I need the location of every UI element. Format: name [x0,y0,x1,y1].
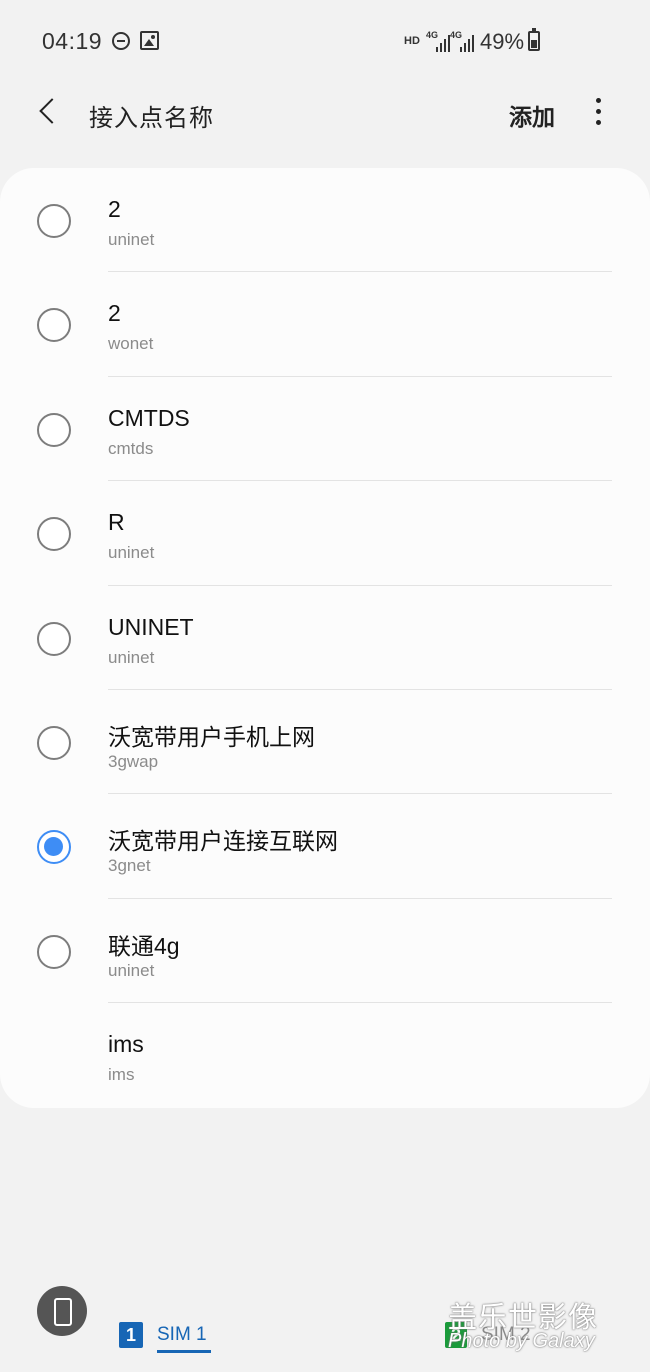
apn-value: 3gnet [108,856,151,876]
tab-active-indicator [157,1350,211,1353]
hd-voice-icon: HD [404,35,420,47]
apn-value: wonet [108,334,154,354]
apn-list-item[interactable]: 沃宽带用户连接互联网 3gnet [0,794,650,899]
apn-name: 沃宽带用户连接互联网 [108,828,338,855]
apn-name: CMTDS [108,404,190,431]
watermark: 盖乐世影像 Photo by Galaxy [446,1292,646,1362]
apn-value: ims [108,1065,135,1085]
tab-sim1[interactable]: 1 SIM 1 [119,1320,229,1354]
page-title: 接入点名称 [89,105,214,132]
signal-icon-sim2: 4G [450,30,474,52]
apn-list-item[interactable]: 联通4g uninet [0,899,650,1004]
more-vert-icon[interactable] [588,96,610,128]
apn-value: uninet [108,960,155,980]
apn-name: R [108,509,125,536]
apn-radio[interactable] [37,621,71,656]
apn-name: 沃宽带用户手机上网 [108,723,315,750]
back-arrow-icon[interactable] [28,90,68,134]
status-time: 04:19 [42,28,103,54]
phone-icon[interactable] [37,1286,87,1336]
apn-value: cmtds [108,438,154,458]
apn-radio-selected[interactable] [37,830,71,865]
apn-value: uninet [108,543,155,563]
apn-name: 联通4g [108,932,180,959]
apn-radio[interactable] [37,934,71,969]
sim1-icon: 1 [119,1322,143,1348]
apn-list-item[interactable]: UNINET uninet [0,586,650,690]
apn-value: uninet [108,647,155,667]
status-bar: 04:19 HD 4G 4G 49% [0,0,650,84]
apn-list: 2 uninet 2 wonet CMTDS cmtds Runinet UNINET unin… [0,168,650,1108]
apn-settings-screen: 04:19 HD 4G 4G 49% 接入点名称 添加 2 uninet 2 wone… [0,0,650,1372]
apn-list-item[interactable]: Runinet [0,481,650,586]
add-apn-button[interactable]: 添加 [509,98,555,132]
apn-list-item[interactable]: 2 uninet [0,168,650,273]
watermark-subtitle: Photo by Galaxy [448,1330,595,1352]
apn-radio[interactable] [37,517,71,552]
apn-name: ims [108,1031,144,1058]
apn-value: uninet [108,230,155,249]
do-not-disturb-icon [112,32,130,50]
apn-radio[interactable] [37,412,71,447]
battery-percentage: 49% [480,29,525,54]
apn-radio[interactable] [37,308,71,343]
apn-list-item[interactable]: CMTDS cmtds [0,377,650,482]
battery-charging-icon [528,28,540,51]
apn-radio[interactable] [37,725,71,760]
tab-sim1-label: SIM 1 [157,1324,207,1345]
signal-icon-sim1: 4G [426,30,450,52]
apn-value: 3gwap [108,751,159,771]
apn-list-item[interactable]: 2 wonet [0,272,650,377]
apn-list-item[interactable]: 沃宽带用户手机上网 3gwap [0,690,650,795]
apn-name: 2 [108,196,121,222]
apn-name: UNINET [108,613,194,640]
apn-list-item[interactable]: ims ims [0,1003,650,1107]
apn-name: 2 [108,300,121,327]
gallery-icon [140,31,159,50]
app-bar: 接入点名称 添加 [0,84,650,144]
apn-radio[interactable] [37,204,71,238]
